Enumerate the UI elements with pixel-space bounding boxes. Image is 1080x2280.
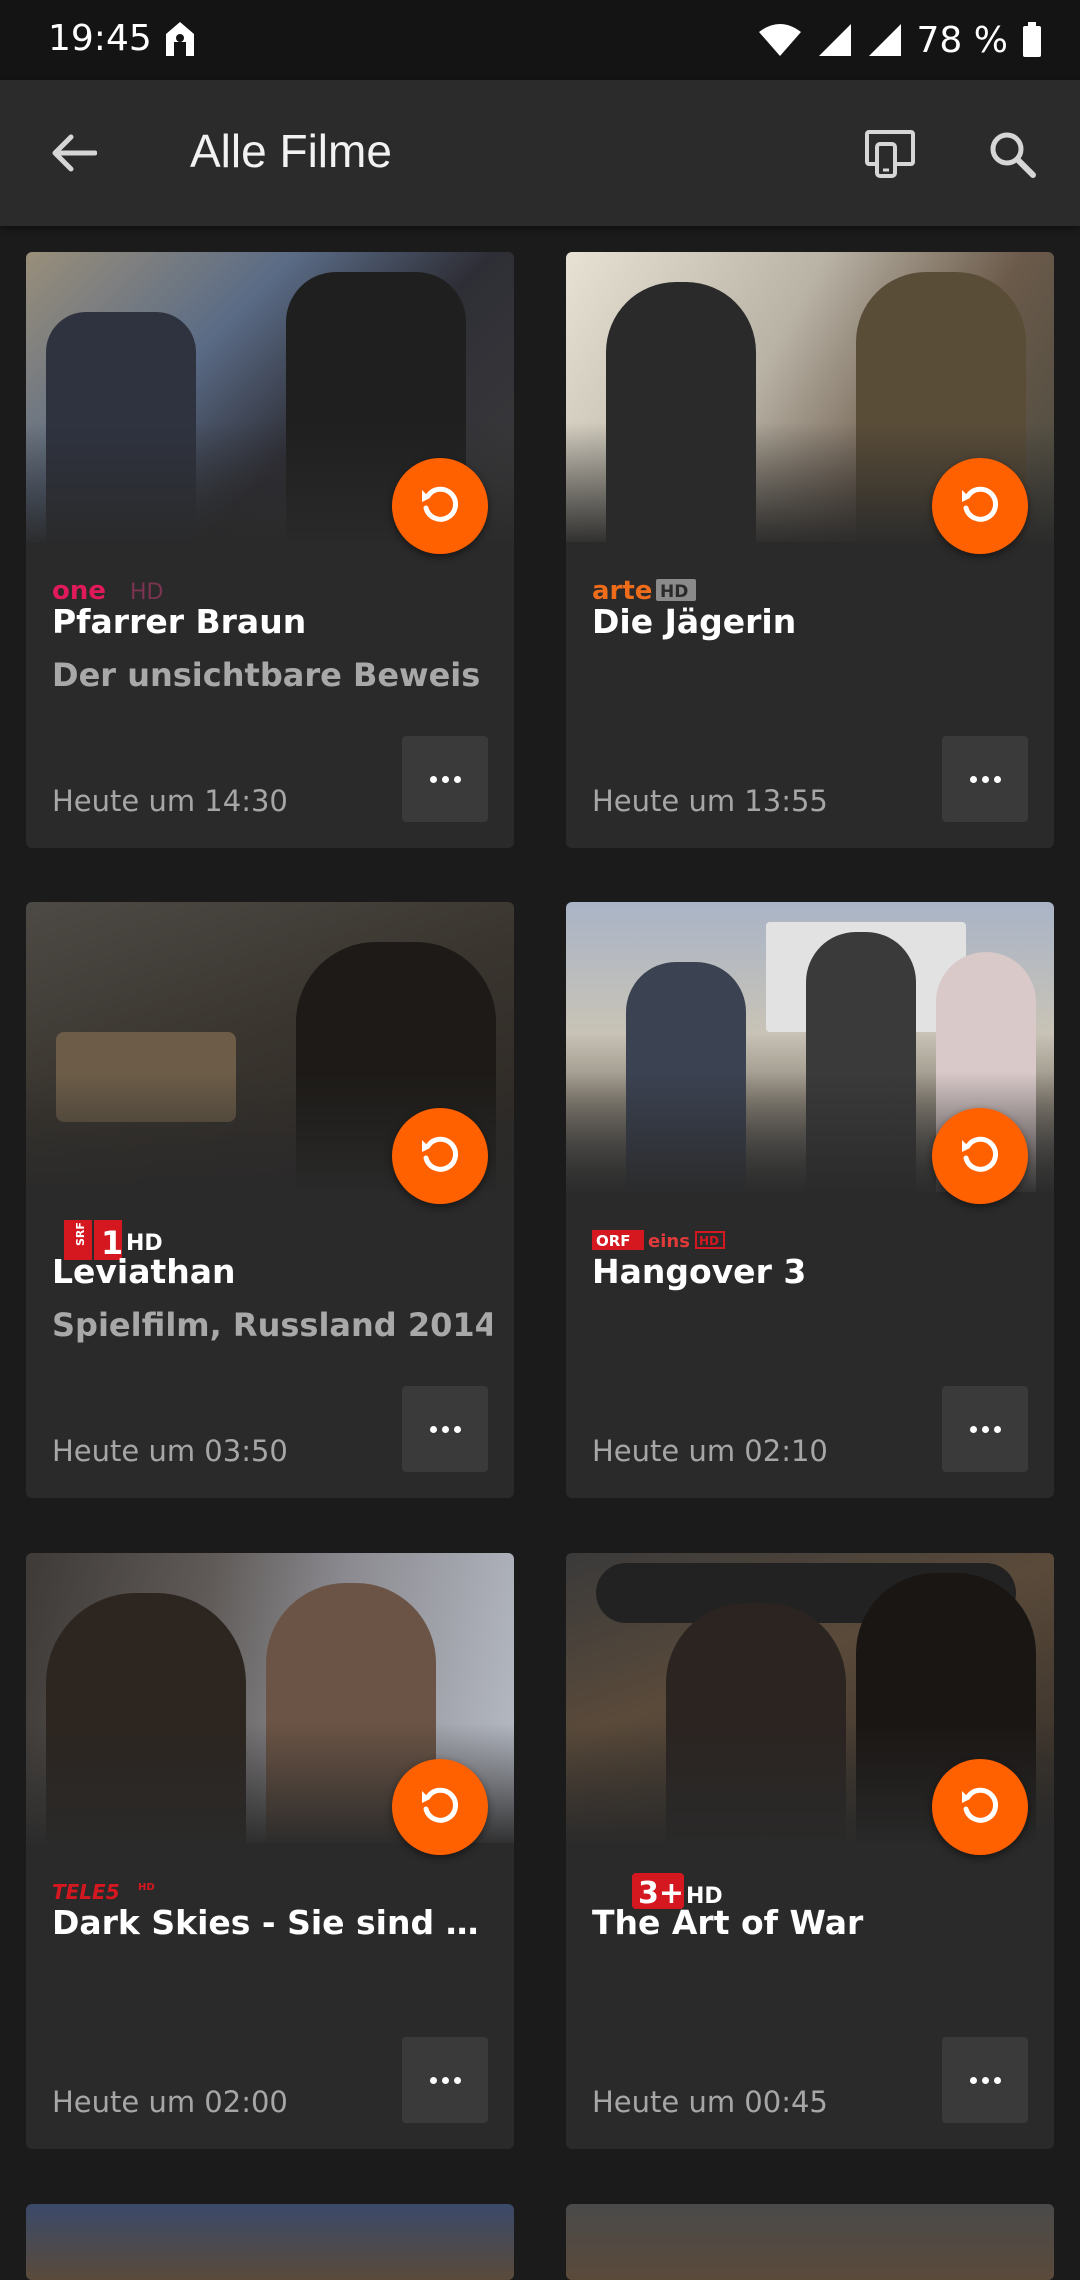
signal-icon xyxy=(818,24,851,56)
replay-icon xyxy=(422,486,459,522)
search-icon xyxy=(990,132,1036,178)
status-time: 19:45 xyxy=(48,18,152,59)
movie-title: Pfarrer Braun xyxy=(52,602,307,641)
svg-text:SRF: SRF xyxy=(74,1222,87,1246)
air-time: Heute um 02:00 xyxy=(52,2085,288,2119)
movie-title: Leviathan xyxy=(52,1252,236,1291)
air-time: Heute um 14:30 xyxy=(52,784,288,818)
air-time: Heute um 03:50 xyxy=(52,1434,288,1468)
svg-text:eins: eins xyxy=(648,1231,690,1252)
movie-card-partial[interactable] xyxy=(566,2204,1054,2280)
movie-thumbnail xyxy=(26,2204,514,2280)
replay-icon xyxy=(962,1136,999,1172)
movie-card[interactable]: one HD Pfarrer Braun Der unsichtbare Bew… xyxy=(26,252,514,848)
replay-button[interactable] xyxy=(392,458,488,554)
svg-text:TELE5: TELE5 xyxy=(52,1880,120,1904)
battery-icon xyxy=(1023,22,1041,57)
movie-title: Hangover 3 xyxy=(592,1252,807,1291)
replay-button[interactable] xyxy=(932,1759,1028,1855)
movie-subtitle: Spielfilm, Russland 2014 xyxy=(52,1306,492,1344)
more-options-button[interactable] xyxy=(402,736,488,822)
air-time: Heute um 02:10 xyxy=(592,1434,828,1468)
more-options-button[interactable] xyxy=(942,2037,1028,2123)
wifi-icon xyxy=(758,24,801,56)
replay-icon xyxy=(962,486,999,522)
movie-card-partial[interactable] xyxy=(26,2204,514,2280)
movie-card[interactable]: arte HD Die Jägerin Heute um 13:55 xyxy=(566,252,1054,848)
cast-icon xyxy=(865,130,915,178)
movie-card[interactable]: TELE5 HD Dark Skies - Sie sind unt... He… xyxy=(26,1553,514,2149)
more-options-button[interactable] xyxy=(942,1386,1028,1472)
arrow-back-icon xyxy=(52,134,97,172)
movie-title: The Art of War xyxy=(592,1903,864,1942)
replay-icon xyxy=(422,1136,459,1172)
movie-title: Die Jägerin xyxy=(592,602,797,641)
more-options-button[interactable] xyxy=(402,1386,488,1472)
signal-icon-2 xyxy=(868,24,901,56)
replay-button[interactable] xyxy=(392,1108,488,1204)
movie-subtitle: Der unsichtbare Beweis xyxy=(52,656,481,694)
search-button[interactable] xyxy=(980,122,1044,186)
app-bar: Alle Filme xyxy=(0,80,1080,226)
more-options-button[interactable] xyxy=(402,2037,488,2123)
replay-button[interactable] xyxy=(932,1108,1028,1204)
air-time: Heute um 00:45 xyxy=(592,2085,828,2119)
movie-card[interactable]: 3+ HD The Art of War Heute um 00:45 xyxy=(566,1553,1054,2149)
air-time: Heute um 13:55 xyxy=(592,784,828,818)
replay-button[interactable] xyxy=(932,458,1028,554)
replay-icon xyxy=(422,1787,459,1823)
channel-logo-orf1: ORF eins HD xyxy=(592,1230,725,1252)
more-horiz-icon xyxy=(969,775,1001,783)
movie-title: Dark Skies - Sie sind unt... xyxy=(52,1903,492,1942)
svg-text:HD: HD xyxy=(699,1234,719,1248)
more-options-button[interactable] xyxy=(942,736,1028,822)
status-indicators: 78 % xyxy=(757,16,1042,64)
replay-icon xyxy=(962,1787,999,1823)
back-button[interactable] xyxy=(38,123,108,183)
svg-text:HD: HD xyxy=(660,582,688,602)
status-bar: 19:45 78 % xyxy=(0,0,1080,80)
movie-card[interactable]: ORF eins HD Hangover 3 Heute um 02:10 xyxy=(566,902,1054,1498)
channel-logo-tele5: TELE5 HD xyxy=(52,1880,155,1904)
svg-text:HD: HD xyxy=(138,1882,155,1893)
replay-button[interactable] xyxy=(392,1759,488,1855)
more-horiz-icon xyxy=(969,1425,1001,1433)
more-horiz-icon xyxy=(969,2076,1001,2084)
battery-percentage: 78 % xyxy=(916,19,1008,61)
svg-text:ORF: ORF xyxy=(596,1232,631,1250)
cast-button[interactable] xyxy=(858,122,922,186)
movie-card[interactable]: SRF 1 HD Leviathan Spielfilm, Russland 2… xyxy=(26,902,514,1498)
notification-icon xyxy=(166,22,194,56)
more-horiz-icon xyxy=(429,1425,461,1433)
more-horiz-icon xyxy=(429,775,461,783)
page-title: Alle Filme xyxy=(190,125,392,177)
more-horiz-icon xyxy=(429,2076,461,2084)
movie-thumbnail xyxy=(566,2204,1054,2280)
